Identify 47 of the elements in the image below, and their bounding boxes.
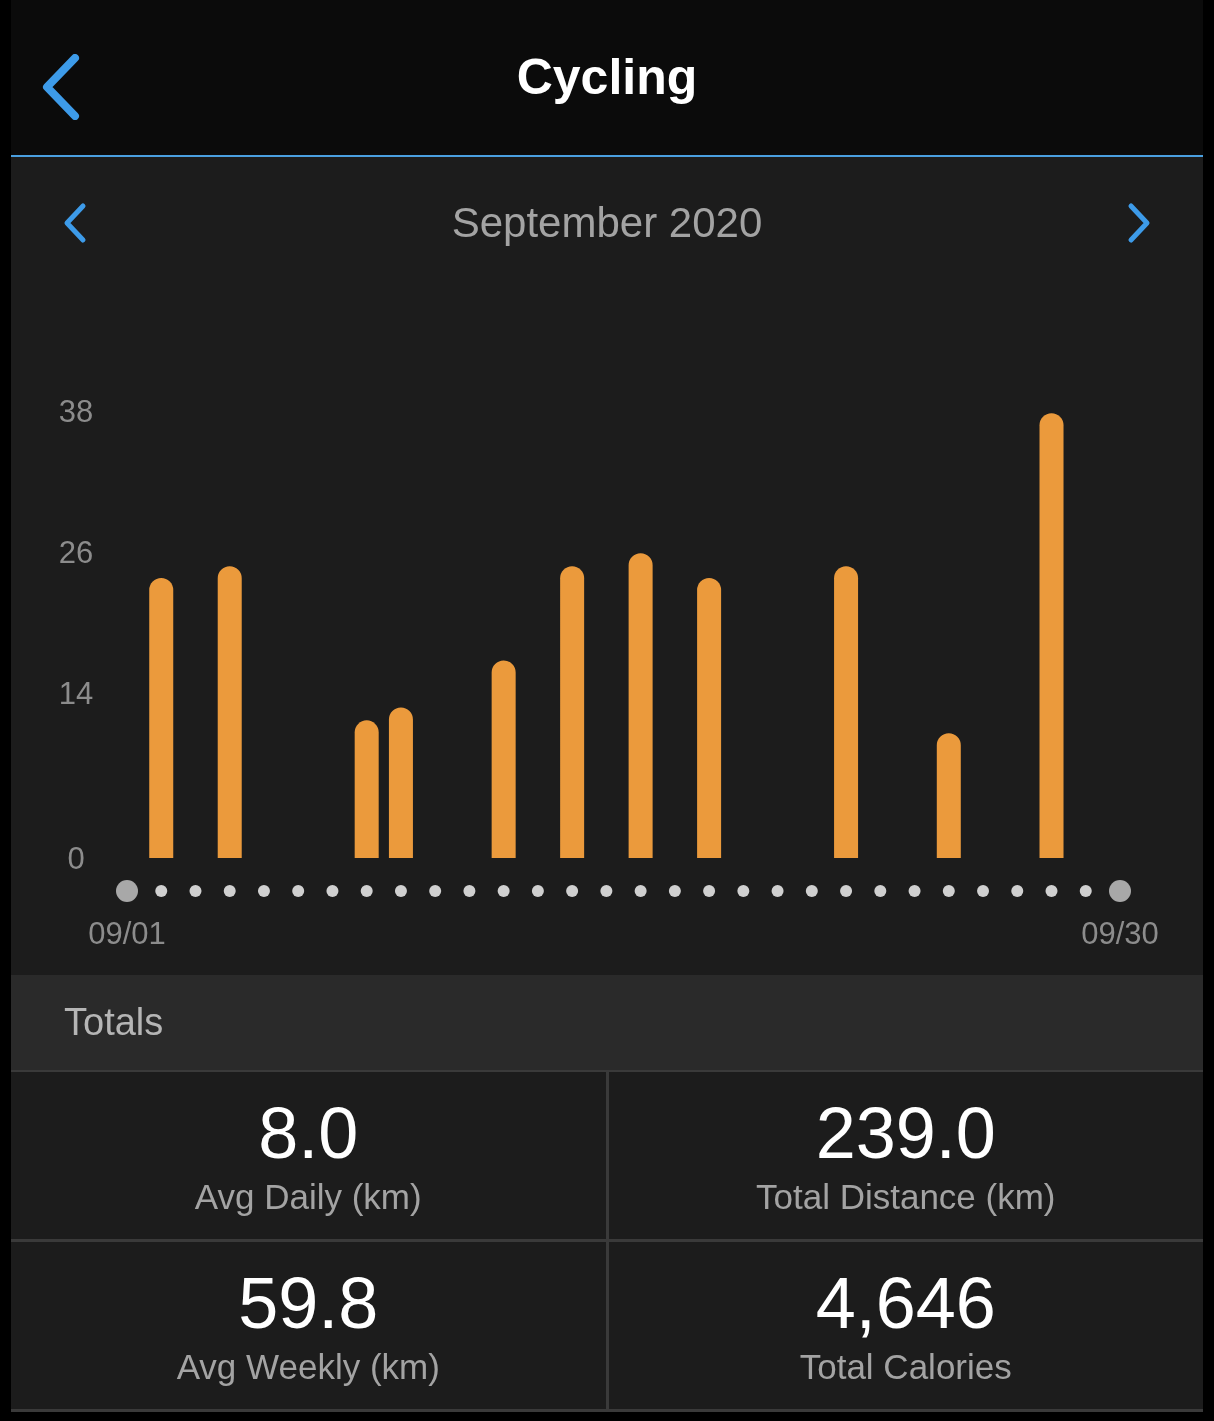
axis-label: 38: [58, 394, 94, 429]
stat-value: 4,646: [815, 1262, 996, 1343]
stat-label: Total Distance (km): [756, 1175, 1056, 1218]
day-marker: [737, 885, 750, 897]
stat-label: Total Calories: [799, 1345, 1012, 1388]
day-marker: [189, 885, 202, 897]
day-marker: [223, 885, 236, 897]
stat-value: 59.8: [238, 1262, 379, 1343]
day-marker: [463, 885, 476, 897]
axis-label: 09/01: [88, 916, 166, 951]
stat-value: 239.0: [815, 1092, 996, 1173]
day-marker: [771, 885, 784, 897]
axis-label: 0: [67, 841, 85, 876]
day-marker: [429, 885, 442, 897]
day-marker: [292, 885, 305, 897]
axis-label: 26: [58, 535, 94, 571]
day-marker: [600, 885, 613, 897]
screen-title: Cycling: [516, 48, 698, 107]
axis-label: 14: [58, 676, 94, 712]
day-marker: [874, 885, 887, 897]
stat-label: Avg Weekly (km): [176, 1345, 440, 1388]
day-marker: [908, 885, 921, 897]
day-marker: [1079, 885, 1092, 897]
day-marker: [360, 885, 373, 897]
day-marker: [394, 885, 407, 897]
day-marker: [326, 885, 339, 897]
day-marker: [1045, 885, 1058, 897]
day-marker: [805, 885, 818, 897]
day-marker: [977, 885, 990, 897]
month-label: September 2020: [451, 198, 763, 248]
day-marker: [155, 885, 168, 897]
day-marker: [1109, 880, 1131, 902]
day-marker: [1011, 885, 1024, 897]
day-marker: [703, 885, 716, 897]
day-marker: [668, 885, 681, 897]
day-marker: [840, 885, 853, 897]
day-marker: [531, 885, 544, 897]
day-marker: [257, 885, 270, 897]
day-marker: [116, 880, 138, 902]
day-marker: [497, 885, 510, 897]
axis-label: 09/30: [1081, 916, 1159, 951]
section-title: Totals: [64, 1000, 164, 1045]
stat-label: Avg Daily (km): [194, 1175, 422, 1218]
day-marker: [566, 885, 579, 897]
stat-value: 8.0: [258, 1092, 359, 1173]
day-marker: [942, 885, 955, 897]
day-marker: [634, 885, 647, 897]
